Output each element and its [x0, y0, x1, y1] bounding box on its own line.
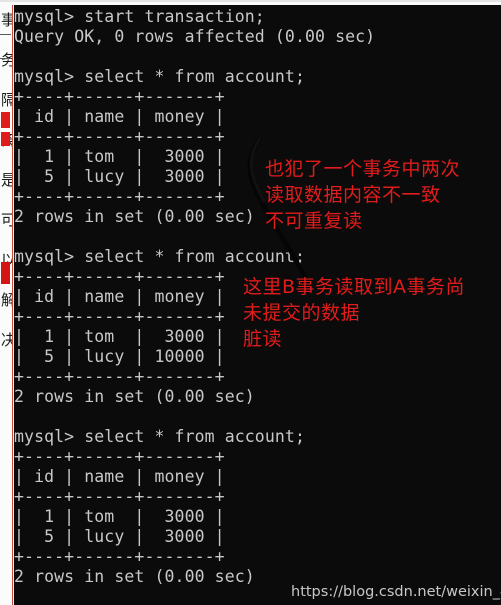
page-left-margin-sliver: 事 务 隔 离 是 可 以 解 决	[0, 0, 13, 605]
sliver-rule	[0, 58, 11, 59]
page-top-shade	[0, 0, 501, 2]
sliver-rule	[0, 34, 11, 35]
sliver-red-mark	[1, 132, 10, 146]
annotation-non-repeatable-read: 也犯了一个事务中两次 读取数据内容不一致 不可重复读	[265, 158, 461, 232]
screenshot-root: 事 务 隔 离 是 可 以 解 决 mysql> start transacti…	[0, 0, 501, 605]
page-edge-line	[12, 0, 13, 605]
annotation-dirty-read: 这里B事务读取到A事务尚 未提交的数据 脏读	[243, 276, 466, 350]
csdn-watermark: https://blog.csdn.net/weixin_40807247	[291, 584, 501, 600]
sliver-red-mark	[1, 112, 10, 128]
sliver-red-mark	[1, 262, 10, 284]
